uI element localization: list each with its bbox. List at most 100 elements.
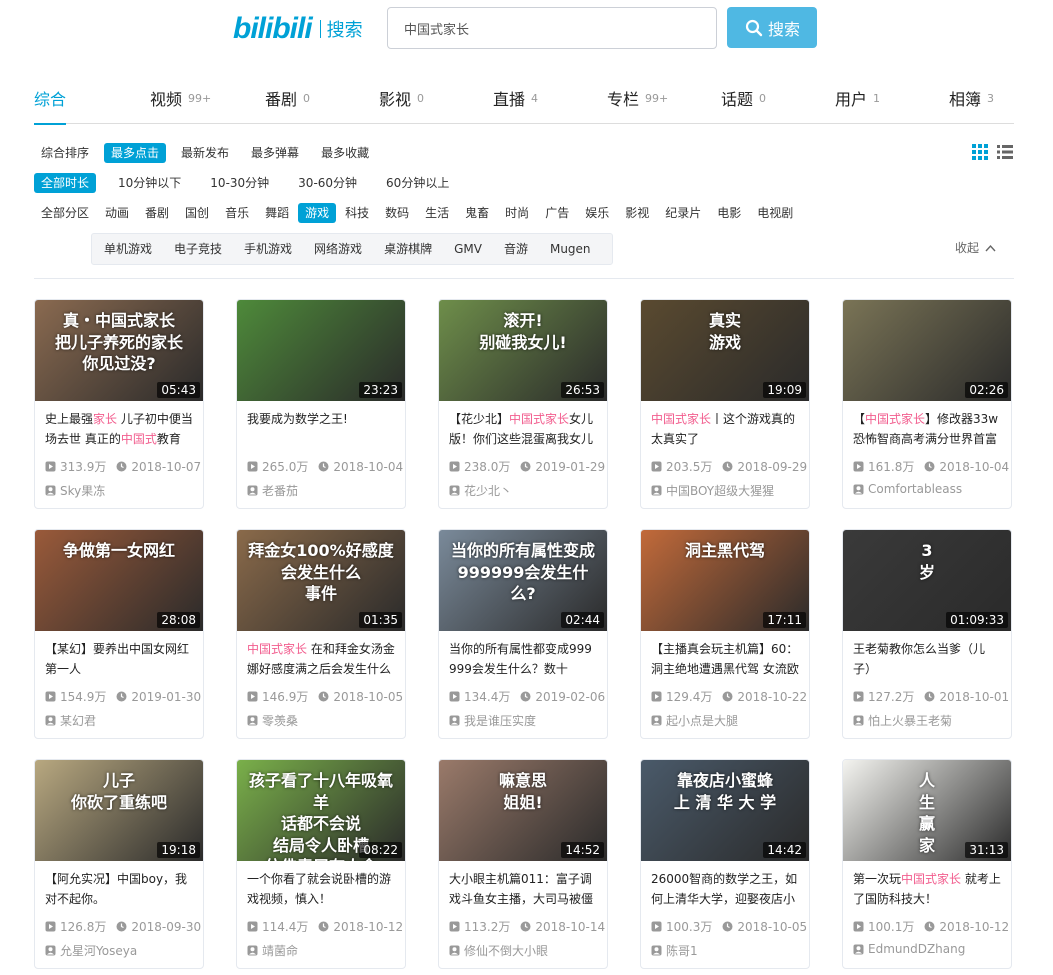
uploader-name[interactable]: 花少北丶 (464, 482, 512, 499)
zone-option-4[interactable]: 音乐 (218, 203, 256, 223)
video-title[interactable]: 一个你看了就会说卧槽的游戏视频，慎入！ (247, 869, 395, 909)
sort-option-3[interactable]: 最多弹幕 (244, 143, 306, 163)
zone-option-2[interactable]: 番剧 (138, 203, 176, 223)
sub-zone-1[interactable]: 电子竞技 (167, 239, 229, 259)
grid-view-icon[interactable] (972, 144, 988, 160)
duration-option-0[interactable]: 全部时长 (34, 173, 97, 193)
sort-option-2[interactable]: 最新发布 (174, 143, 236, 163)
uploader[interactable]: 老番茄 (247, 482, 298, 499)
duration-option-4[interactable]: 60分钟以上 (379, 173, 456, 193)
video-card[interactable]: 人 生 赢 家 31:13 第一次玩中国式家长 就考上了国防科技大！ 100.1万 20… (842, 759, 1012, 969)
video-title[interactable]: 【花少北】中国式家长女儿版！你们这些混蛋离我女儿 (449, 409, 597, 449)
uploader-name[interactable]: 允星河Yoseya (60, 942, 137, 959)
zone-option-1[interactable]: 动画 (98, 203, 136, 223)
video-thumbnail[interactable]: 孩子看了十八年吸氧羊 话都不会说 结局令人卧槽 仿佛青居有人舍08:22 (237, 760, 405, 861)
video-thumbnail[interactable]: 当你的所有属性变成999999会发生什么? 02:44 (439, 530, 607, 631)
video-thumbnail[interactable]: 儿子 你砍了重练吧 19:18 (35, 760, 203, 861)
video-card[interactable]: 02:26 【中国式家长】修改器33w恐怖智商高考满分世界首富 161.8万 2018… (842, 299, 1012, 509)
zone-option-15[interactable]: 纪录片 (658, 203, 708, 223)
uploader-name[interactable]: EdmundDZhang (868, 942, 965, 956)
zone-option-12[interactable]: 广告 (538, 203, 576, 223)
zone-option-3[interactable]: 国创 (178, 203, 216, 223)
sort-option-4[interactable]: 最多收藏 (314, 143, 376, 163)
uploader[interactable]: EdmundDZhang (853, 942, 965, 956)
video-thumbnail[interactable]: 真实 游戏 19:09 (641, 300, 809, 401)
video-card[interactable]: 当你的所有属性变成999999会发生什么? 02:44 当你的所有属性都变成9999… (438, 529, 608, 739)
video-card[interactable]: 嘛意思 姐姐! 14:52 大小眼主机篇011：富子调戏斗鱼女主播，大司马被僵 113… (438, 759, 608, 969)
video-thumbnail[interactable]: 争做第一女网红 28:08 (35, 530, 203, 631)
uploader-name[interactable]: 零羡桑 (262, 712, 298, 729)
video-title[interactable]: 当你的所有属性都变成999999会发生什么？数十 (449, 639, 597, 679)
video-card[interactable]: 争做第一女网红 28:08 【某幻】要养出中国女网红第一人 154.9万 2019-01… (34, 529, 204, 739)
zone-option-10[interactable]: 鬼畜 (458, 203, 496, 223)
tab-6[interactable]: 话题 0 (721, 72, 766, 124)
video-title[interactable]: 【阿允实况】中国boy，我对不起你。 (45, 869, 193, 909)
uploader[interactable]: 某幻君 (45, 712, 96, 729)
bilibili-logo[interactable]: bilibili 搜索 (233, 12, 363, 46)
uploader[interactable]: 修仙不倒大小眼 (449, 942, 548, 959)
sub-zone-4[interactable]: 桌游棋牌 (377, 239, 439, 259)
zone-option-6[interactable]: 游戏 (298, 203, 337, 223)
video-title[interactable]: 中国式家长丨这个游戏真的太真实了 (651, 409, 799, 449)
video-title[interactable]: 【中国式家长】修改器33w恐怖智商高考满分世界首富 (853, 409, 1001, 449)
video-card[interactable]: 真・中国式家长 把儿子养死的家长 你见过没? 05:43 史上最强家长 儿子初中便当… (34, 299, 204, 509)
video-card[interactable]: 儿子 你砍了重练吧 19:18 【阿允实况】中国boy，我对不起你。 126.8万 20… (34, 759, 204, 969)
search-input[interactable]: 中国式家长 (387, 7, 717, 49)
tab-1[interactable]: 视频 99+ (150, 72, 211, 124)
zone-option-7[interactable]: 科技 (338, 203, 376, 223)
uploader-name[interactable]: 修仙不倒大小眼 (464, 942, 548, 959)
uploader-name[interactable]: Comfortableass (868, 482, 962, 496)
tab-8[interactable]: 相簿 3 (949, 72, 994, 124)
uploader[interactable]: Comfortableass (853, 482, 962, 496)
video-title[interactable]: 史上最强家长 儿子初中便当场去世 真正的中国式教育 (45, 409, 193, 449)
collapse-button[interactable]: 收起 (955, 239, 996, 256)
zone-option-9[interactable]: 生活 (418, 203, 456, 223)
zone-option-17[interactable]: 电视剧 (750, 203, 800, 223)
sub-zone-5[interactable]: GMV (447, 239, 489, 259)
video-card[interactable]: 洞主黑代驾 17:11 【主播真会玩主机篇】60：洞主绝地遭遇黑代驾 女流欧 129.… (640, 529, 810, 739)
video-card[interactable]: 拜金女100%好感度 会发生什么 事件 01:35 中国式家长 在和拜金女汤金娜好感… (236, 529, 406, 739)
video-thumbnail[interactable]: 嘛意思 姐姐! 14:52 (439, 760, 607, 861)
uploader-name[interactable]: Sky果冻 (60, 482, 105, 499)
video-thumbnail[interactable]: 洞主黑代驾 17:11 (641, 530, 809, 631)
zone-option-16[interactable]: 电影 (710, 203, 748, 223)
video-thumbnail[interactable]: 靠夜店小蜜蜂 上 清 华 大 学 14:42 (641, 760, 809, 861)
tab-7[interactable]: 用户 1 (835, 72, 880, 124)
video-thumbnail[interactable]: 02:26 (843, 300, 1011, 401)
duration-option-1[interactable]: 10分钟以下 (111, 173, 188, 193)
zone-option-11[interactable]: 时尚 (498, 203, 536, 223)
video-thumbnail[interactable]: 拜金女100%好感度 会发生什么 事件 01:35 (237, 530, 405, 631)
zone-option-14[interactable]: 影视 (618, 203, 656, 223)
uploader[interactable]: 中国BOY超级大猩猩 (651, 482, 774, 499)
tab-4[interactable]: 直播 4 (493, 72, 538, 124)
uploader[interactable]: 陈哥1 (651, 942, 698, 959)
uploader-name[interactable]: 起小点是大腿 (666, 712, 738, 729)
video-title[interactable]: 【某幻】要养出中国女网红第一人 (45, 639, 193, 679)
uploader-name[interactable]: 某幻君 (60, 712, 96, 729)
uploader[interactable]: Sky果冻 (45, 482, 105, 499)
video-title[interactable]: 我要成为数学之王! (247, 409, 395, 449)
zone-option-13[interactable]: 娱乐 (578, 203, 616, 223)
uploader[interactable]: 我是谁压实度 (449, 712, 536, 729)
video-thumbnail[interactable]: 滚开! 别碰我女儿! 26:53 (439, 300, 607, 401)
uploader-name[interactable]: 我是谁压实度 (464, 712, 536, 729)
duration-option-2[interactable]: 10-30分钟 (203, 173, 276, 193)
sort-option-1[interactable]: 最多点击 (104, 143, 167, 163)
video-card[interactable]: 靠夜店小蜜蜂 上 清 华 大 学 14:42 26000智商的数学之王，如何上清华大… (640, 759, 810, 969)
uploader[interactable]: 怕上火暴王老菊 (853, 712, 952, 729)
sub-zone-2[interactable]: 手机游戏 (237, 239, 299, 259)
video-thumbnail[interactable]: 23:23 (237, 300, 405, 401)
uploader[interactable]: 花少北丶 (449, 482, 512, 499)
search-button[interactable]: 搜索 (727, 7, 817, 48)
video-card[interactable]: 3 岁 01:09:33 王老菊教你怎么当爹（儿子） 127.2万 2018-10-01… (842, 529, 1012, 739)
uploader[interactable]: 允星河Yoseya (45, 942, 137, 959)
video-title[interactable]: 第一次玩中国式家长 就考上了国防科技大！ (853, 869, 1001, 909)
video-title[interactable]: 大小眼主机篇011：富子调戏斗鱼女主播，大司马被僵 (449, 869, 597, 909)
sub-zone-7[interactable]: Mugen (543, 239, 598, 259)
video-card[interactable]: 23:23 我要成为数学之王! 265.0万 2018-10-04 老番茄 (236, 299, 406, 509)
list-view-icon[interactable] (997, 144, 1013, 160)
zone-option-8[interactable]: 数码 (378, 203, 416, 223)
tab-0[interactable]: 综合 (34, 72, 67, 125)
video-card[interactable]: 孩子看了十八年吸氧羊 话都不会说 结局令人卧槽 仿佛青居有人舍08:22 一个你看… (236, 759, 406, 969)
video-title[interactable]: 26000智商的数学之王，如何上清华大学，迎娶夜店小 (651, 869, 799, 909)
